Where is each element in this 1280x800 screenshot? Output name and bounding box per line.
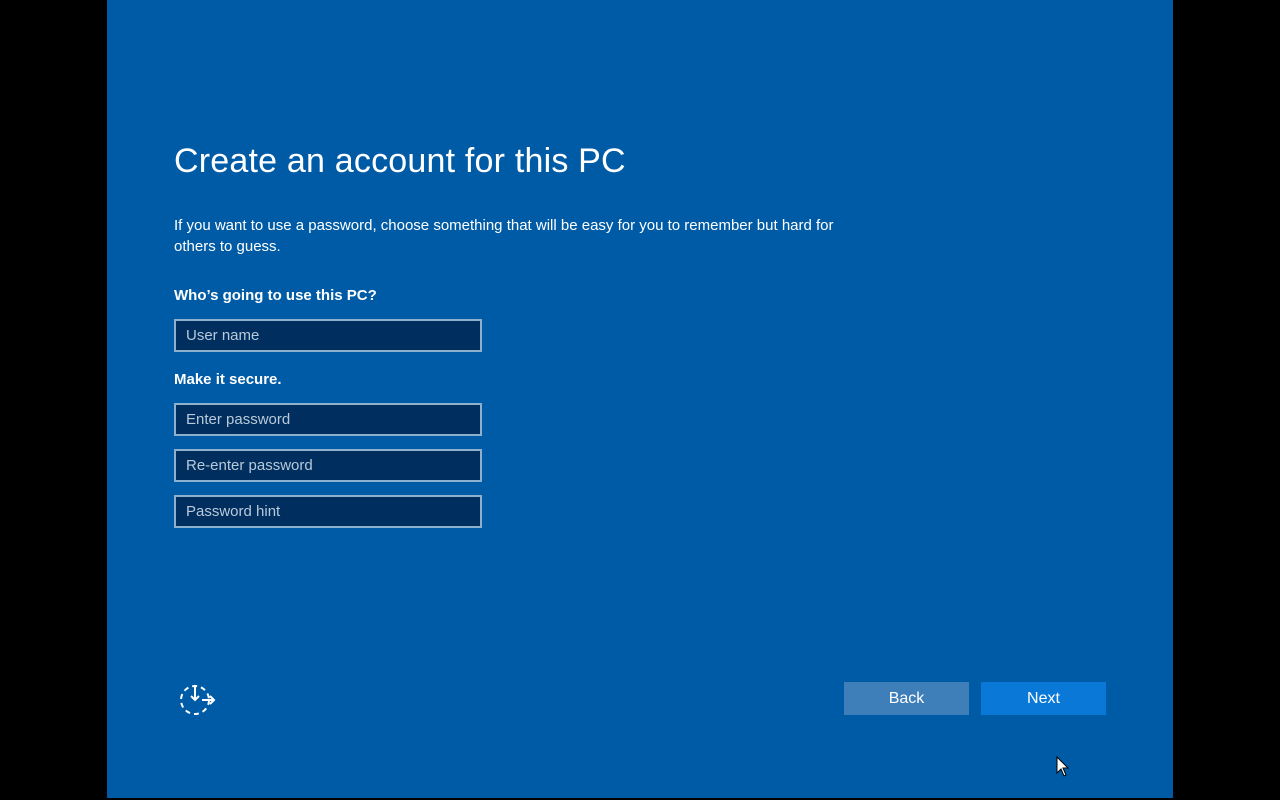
ease-of-access-icon[interactable] — [178, 681, 216, 719]
make-secure-label: Make it secure. — [174, 371, 282, 388]
password-hint-field[interactable] — [174, 495, 482, 528]
who-label: Who’s going to use this PC? — [174, 287, 377, 304]
mouse-cursor-icon — [1056, 755, 1070, 778]
reenter-password-field[interactable] — [174, 449, 482, 482]
password-field[interactable] — [174, 403, 482, 436]
setup-panel: Create an account for this PC If you wan… — [107, 0, 1173, 798]
page-description: If you want to use a password, choose so… — [174, 217, 834, 255]
next-button[interactable]: Next — [981, 682, 1106, 715]
username-field[interactable] — [174, 319, 482, 352]
screen: Create an account for this PC If you wan… — [0, 0, 1280, 800]
page-title: Create an account for this PC — [174, 142, 626, 180]
back-button[interactable]: Back — [844, 682, 969, 715]
